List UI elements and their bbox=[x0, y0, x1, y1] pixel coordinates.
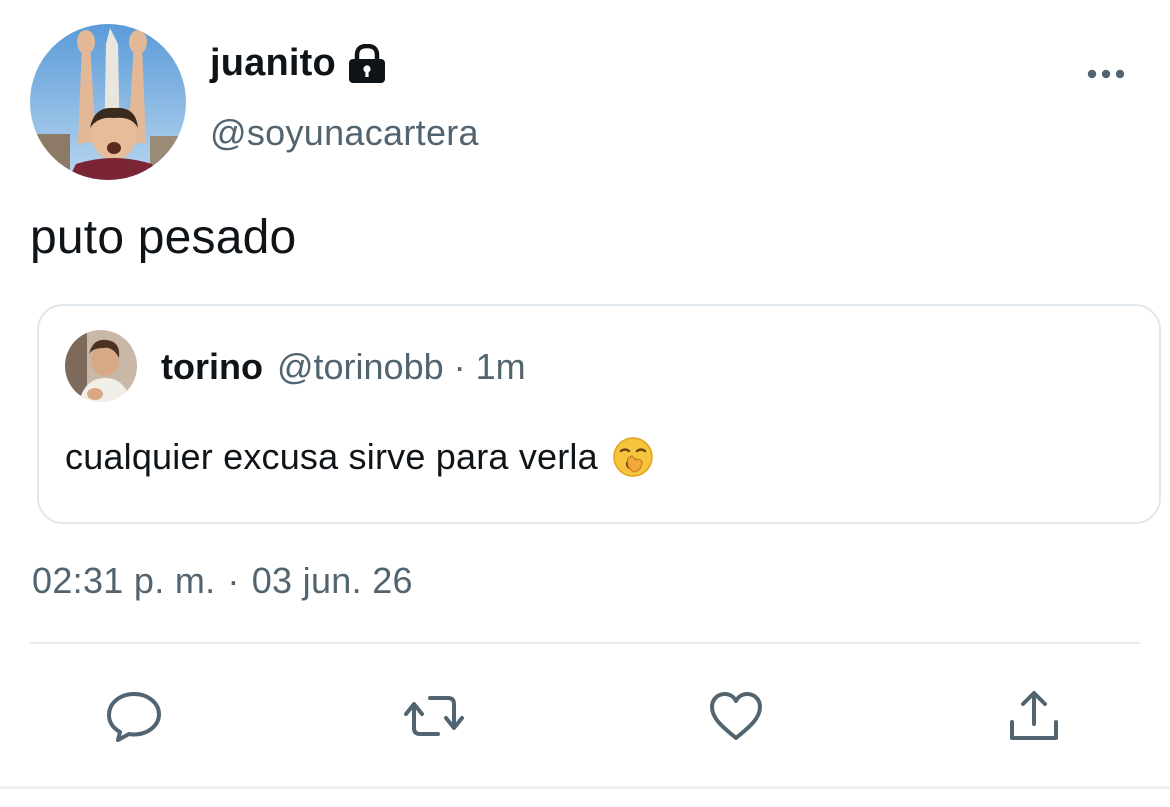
quoted-author-handle[interactable]: @torinobb bbox=[277, 346, 444, 388]
like-button[interactable] bbox=[706, 686, 766, 746]
author-avatar[interactable] bbox=[30, 24, 186, 180]
quoted-separator: · bbox=[453, 346, 466, 387]
tweet-time: 02:31 p. m. bbox=[32, 560, 216, 601]
reply-icon bbox=[104, 692, 164, 750]
yawning-face-emoji-icon bbox=[612, 436, 654, 478]
more-options-icon[interactable] bbox=[1084, 58, 1128, 90]
quoted-tweet-text-row: cualquier excusa sirve para verla bbox=[65, 436, 654, 478]
retweet-icon bbox=[404, 696, 464, 750]
quoted-tweet-header: torino @torinobb · 1m bbox=[161, 346, 526, 388]
reply-button[interactable] bbox=[104, 686, 164, 746]
quoted-tweet-card[interactable]: torino @torinobb · 1m cualquier excusa s… bbox=[37, 304, 1161, 524]
author-handle[interactable]: @soyunacartera bbox=[210, 112, 479, 154]
quoted-tweet-text: cualquier excusa sirve para verla bbox=[65, 436, 598, 477]
tweet-text: puto pesado bbox=[30, 211, 297, 264]
timestamp-separator: · bbox=[227, 560, 240, 601]
heart-icon bbox=[706, 692, 766, 750]
retweet-button[interactable] bbox=[404, 686, 464, 746]
bottom-border bbox=[0, 786, 1170, 789]
quoted-author-name[interactable]: torino bbox=[161, 346, 263, 388]
share-icon bbox=[1004, 691, 1064, 750]
quoted-time-ago: 1m bbox=[475, 346, 526, 387]
author-name-row: juanito bbox=[210, 42, 388, 85]
author-display-name[interactable]: juanito bbox=[210, 42, 336, 85]
quoted-author-avatar[interactable] bbox=[65, 330, 137, 402]
share-button[interactable] bbox=[1004, 686, 1064, 746]
actions-divider bbox=[30, 642, 1140, 644]
tweet-date: 03 jun. 26 bbox=[251, 560, 413, 601]
lock-icon bbox=[346, 43, 388, 84]
tweet-timestamp[interactable]: 02:31 p. m. · 03 jun. 26 bbox=[32, 560, 413, 602]
